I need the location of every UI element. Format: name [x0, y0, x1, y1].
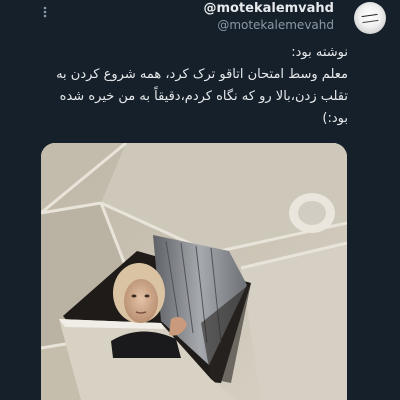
- ceiling-speaker-center: [298, 201, 326, 225]
- tweet-header: @motekalemvahd @motekalemevahd: [0, 0, 400, 36]
- more-options-icon[interactable]: [38, 4, 52, 18]
- tweet-text-line: نوشته بود:: [291, 45, 348, 60]
- tweet: @motekalemvahd @motekalemevahd نوشته بود…: [0, 0, 400, 400]
- face: [124, 279, 158, 323]
- tweet-text: نوشته بود: معلم وسط امتحان اتاقو ترک کرد…: [48, 42, 348, 130]
- author-display-name[interactable]: @motekalemvahd: [203, 1, 334, 17]
- tweet-text-line: تقلب زدن،بالا رو که نگاه کردم،دقیقاً به …: [59, 89, 348, 104]
- ceiling-photo-illustration: [41, 143, 347, 400]
- eye-right: [144, 294, 150, 298]
- avatar-logo-mark: [361, 13, 379, 24]
- avatar[interactable]: [354, 2, 386, 34]
- tweet-text-line: بود:): [322, 111, 348, 126]
- eye-left: [131, 294, 137, 298]
- tweet-photo[interactable]: [41, 143, 347, 400]
- author-info[interactable]: @motekalemvahd @motekalemevahd: [203, 1, 334, 33]
- author-handle[interactable]: @motekalemevahd: [203, 17, 334, 33]
- tweet-text-line: معلم وسط امتحان اتاقو ترک کرد، همه شروع …: [56, 67, 348, 82]
